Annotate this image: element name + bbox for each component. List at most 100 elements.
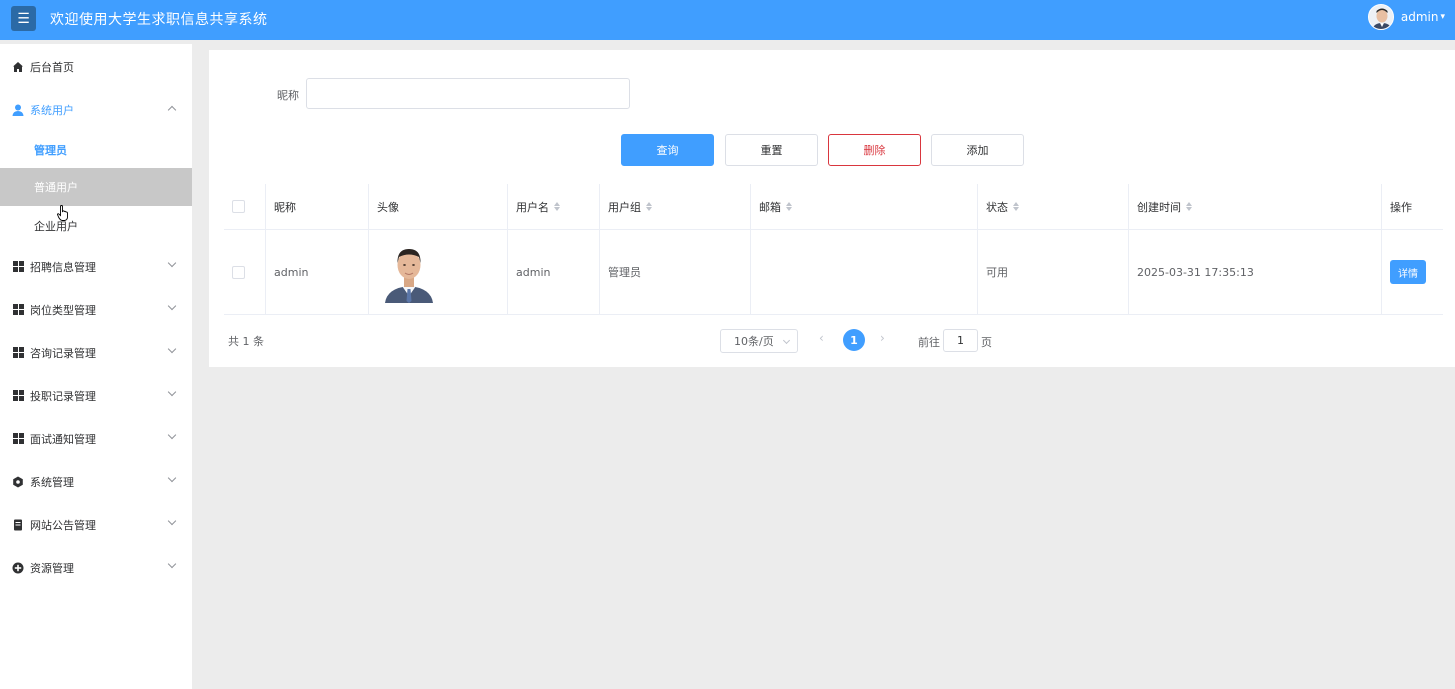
nickname-search-input[interactable] xyxy=(306,78,630,109)
app-title: 欢迎使用大学生求职信息共享系统 xyxy=(50,12,268,28)
user-icon xyxy=(12,104,24,116)
search-label: 昵称 xyxy=(277,89,299,102)
header-label: 邮箱 xyxy=(759,200,781,214)
sidebar-item-home[interactable]: 后台首页 xyxy=(0,45,192,88)
sidebar-item-system-manage[interactable]: 系统管理 xyxy=(0,460,192,503)
cell-status: 可用 xyxy=(978,230,1129,314)
sidebar-item-label: 面试通知管理 xyxy=(30,432,96,446)
chevron-down-icon xyxy=(167,344,177,354)
header-label: 状态 xyxy=(986,200,1008,214)
hamburger-icon[interactable]: ☰ xyxy=(11,6,36,31)
detail-button[interactable]: 详情 xyxy=(1390,260,1426,284)
cell-created-time: 2025-03-31 17:35:13 xyxy=(1129,230,1382,314)
chevron-down-icon xyxy=(167,258,177,268)
table-row: admin admin 管理员 可用 2025-03-31 17:35:13 详… xyxy=(224,230,1443,315)
cell-user-group: 管理员 xyxy=(600,230,751,314)
cell-actions: 详情 xyxy=(1382,230,1443,314)
sort-icon[interactable] xyxy=(786,202,792,211)
grid-icon xyxy=(12,261,24,273)
goto-page-input[interactable]: 1 xyxy=(943,329,978,352)
gear-icon xyxy=(12,476,24,488)
top-header: ☰ 欢迎使用大学生求职信息共享系统 admin ▾ xyxy=(0,0,1455,40)
sort-icon[interactable] xyxy=(646,202,652,211)
header-nickname: 昵称 xyxy=(266,184,369,229)
user-menu[interactable]: admin ▾ xyxy=(1367,4,1445,30)
cell-avatar xyxy=(369,230,508,314)
header-created-time[interactable]: 创建时间 xyxy=(1129,184,1382,229)
plus-circle-icon xyxy=(12,562,24,574)
grid-icon xyxy=(12,433,24,445)
cell-nickname: admin xyxy=(266,230,369,314)
grid-icon xyxy=(12,390,24,402)
query-button[interactable]: 查询 xyxy=(621,134,714,166)
header-user-group[interactable]: 用户组 xyxy=(600,184,751,229)
sidebar-item-label: 系统管理 xyxy=(30,475,74,489)
goto-label: 前往 xyxy=(918,336,940,349)
select-all-checkbox[interactable] xyxy=(232,200,245,213)
hand-cursor-icon xyxy=(57,205,68,221)
chevron-down-icon xyxy=(167,430,177,440)
sidebar-item-label: 网站公告管理 xyxy=(30,518,96,532)
chevron-down-icon: ▾ xyxy=(1440,12,1445,22)
grid-icon xyxy=(12,304,24,316)
header-label: 用户组 xyxy=(608,200,641,214)
goto-suffix: 页 xyxy=(981,336,992,349)
sidebar-item-resources[interactable]: 资源管理 xyxy=(0,546,192,589)
chevron-up-icon xyxy=(167,105,177,115)
document-icon xyxy=(12,519,24,531)
row-select-cell xyxy=(224,230,266,314)
add-button[interactable]: 添加 xyxy=(931,134,1024,166)
header-email[interactable]: 邮箱 xyxy=(751,184,978,229)
page-size-select[interactable]: 10条/页 xyxy=(720,329,798,353)
sidebar-subitem-admin[interactable]: 管理员 xyxy=(0,131,192,169)
sidebar-item-system-users[interactable]: 系统用户 xyxy=(0,88,192,131)
cell-email xyxy=(751,230,978,314)
sidebar-item-announcement[interactable]: 网站公告管理 xyxy=(0,503,192,546)
sidebar-item-label: 资源管理 xyxy=(30,561,74,575)
header-status[interactable]: 状态 xyxy=(978,184,1129,229)
grid-icon xyxy=(12,347,24,359)
chevron-down-icon xyxy=(167,301,177,311)
main-panel: 昵称 查询 重置 删除 添加 昵称 头像 用户名 用户组 邮箱 状态 创建时间 … xyxy=(209,50,1455,367)
sidebar-item-job-type[interactable]: 岗位类型管理 xyxy=(0,288,192,331)
header-username[interactable]: 用户名 xyxy=(508,184,600,229)
chevron-down-icon xyxy=(167,387,177,397)
sort-icon[interactable] xyxy=(554,202,560,211)
avatar xyxy=(1367,4,1394,30)
sidebar-subitem-normal-user[interactable]: 普通用户 xyxy=(0,168,192,206)
sidebar-item-label: 系统用户 xyxy=(30,103,74,117)
next-page-icon[interactable]: › xyxy=(880,331,885,345)
sidebar-item-apply-record[interactable]: 投职记录管理 xyxy=(0,374,192,417)
prev-page-icon[interactable]: ‹ xyxy=(819,331,824,345)
chevron-down-icon xyxy=(167,516,177,526)
chevron-down-icon xyxy=(782,336,791,345)
page-size-value: 10条/页 xyxy=(734,335,774,348)
reset-button[interactable]: 重置 xyxy=(725,134,818,166)
header-label: 创建时间 xyxy=(1137,200,1181,214)
sidebar-item-label: 岗位类型管理 xyxy=(30,303,96,317)
home-icon xyxy=(12,61,24,73)
sidebar-item-consult-record[interactable]: 咨询记录管理 xyxy=(0,331,192,374)
header-avatar: 头像 xyxy=(369,184,508,229)
page-number-current[interactable]: 1 xyxy=(843,329,865,351)
sort-icon[interactable] xyxy=(1013,202,1019,211)
sidebar: 后台首页 系统用户 管理员 普通用户 企业用户 招聘信息管理 岗位类型管理 咨询… xyxy=(0,44,192,689)
cell-username: admin xyxy=(508,230,600,314)
user-name: admin xyxy=(1400,10,1439,24)
header-label: 用户名 xyxy=(516,200,549,214)
sort-icon[interactable] xyxy=(1186,202,1192,211)
sidebar-item-interview-notice[interactable]: 面试通知管理 xyxy=(0,417,192,460)
chevron-down-icon xyxy=(167,559,177,569)
sidebar-item-label: 招聘信息管理 xyxy=(30,260,96,274)
sidebar-item-label: 投职记录管理 xyxy=(30,389,96,403)
user-photo xyxy=(383,241,435,303)
sidebar-item-label: 后台首页 xyxy=(30,60,74,74)
table-header: 昵称 头像 用户名 用户组 邮箱 状态 创建时间 操作 xyxy=(224,184,1443,230)
sidebar-subitem-company-user[interactable]: 企业用户 xyxy=(0,207,192,245)
sidebar-item-recruit-info[interactable]: 招聘信息管理 xyxy=(0,245,192,288)
header-actions: 操作 xyxy=(1390,200,1412,214)
row-checkbox[interactable] xyxy=(232,265,245,279)
chevron-down-icon xyxy=(167,473,177,483)
pagination-total: 共 1 条 xyxy=(228,335,264,348)
delete-button[interactable]: 删除 xyxy=(828,134,921,166)
